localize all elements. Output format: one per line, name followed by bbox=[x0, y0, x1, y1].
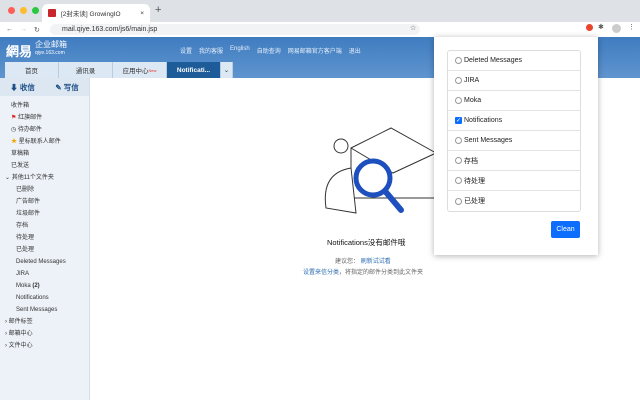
folder-option[interactable]: Sent Messages bbox=[448, 131, 580, 151]
folder-item[interactable]: 已处理 bbox=[0, 244, 89, 256]
folder-item[interactable]: 垃圾邮件 bbox=[0, 208, 89, 220]
folder-option[interactable]: 待处理 bbox=[448, 171, 580, 191]
checkbox[interactable] bbox=[455, 157, 462, 164]
folder-item[interactable]: Deleted Messages bbox=[0, 256, 89, 268]
checkbox[interactable] bbox=[455, 97, 462, 104]
bookmark-star-icon[interactable]: ☆ bbox=[410, 24, 416, 32]
tab-notifications[interactable]: Notificati... bbox=[167, 62, 221, 78]
link-client[interactable]: 网易邮箱官方客户端 bbox=[288, 46, 342, 55]
tab-title: [2封未读] GrowingIO bbox=[61, 11, 121, 18]
folder-item[interactable]: Sent Messages bbox=[0, 304, 89, 316]
refresh-link[interactable]: 刷新试试看 bbox=[361, 259, 391, 265]
option-label: 待处理 bbox=[464, 177, 485, 185]
address-bar[interactable]: mail.qiye.163.com/js6/main.jsp bbox=[50, 24, 420, 35]
rule-suggestion: 设置来信分类，将指定的邮件分类到此文件夹 bbox=[303, 270, 424, 276]
folder-item[interactable]: 广告邮件 bbox=[0, 196, 89, 208]
sidebar-section-files[interactable]: › 文件中心 bbox=[0, 340, 89, 352]
brand: 企业邮箱 qiye.163.com bbox=[35, 40, 67, 57]
sidebar: ⬇ 收信 ✎ 写信 收件箱 ⚑ 红旗邮件 ◷ 待办邮件 ★ 星标联系人邮件 草稿… bbox=[0, 78, 90, 400]
sidebar-item-flagged[interactable]: ⚑ 红旗邮件 bbox=[0, 112, 89, 124]
receive-button[interactable]: ⬇ 收信 bbox=[10, 82, 35, 93]
folder-item-moka[interactable]: Moka (2) bbox=[0, 280, 89, 292]
back-icon[interactable]: ← bbox=[6, 26, 13, 33]
link-support[interactable]: 我的客服 bbox=[199, 46, 223, 55]
folder-checklist: Deleted Messages JIRA Moka ✓ Notifications Se… bbox=[447, 50, 581, 212]
top-links: 设置 我的客服 English 自助查询 网易邮箱官方客户端 退出 bbox=[180, 46, 361, 55]
folder-option[interactable]: 已处理 bbox=[448, 191, 580, 211]
link-english[interactable]: English bbox=[230, 46, 250, 55]
new-badge: New bbox=[148, 67, 157, 73]
checkbox[interactable] bbox=[455, 77, 462, 84]
tab-apps[interactable]: 应用中心 New bbox=[113, 62, 167, 78]
mail-tabs: 首页 通讯录 应用中心 New Notificati... ⌄ bbox=[5, 62, 233, 78]
url-text: mail.qiye.163.com/js6/main.jsp bbox=[62, 26, 158, 33]
tab-home[interactable]: 首页 bbox=[5, 62, 59, 78]
folder-item[interactable]: 待处理 bbox=[0, 232, 89, 244]
link-settings[interactable]: 设置 bbox=[180, 46, 192, 55]
folder-option[interactable]: JIRA bbox=[448, 71, 580, 91]
folder-item[interactable]: JIRA bbox=[0, 268, 89, 280]
close-window-icon[interactable] bbox=[8, 7, 15, 14]
option-label: Sent Messages bbox=[464, 137, 513, 144]
suggestion: 建议您： 刷新试试看 bbox=[335, 259, 391, 265]
reload-icon[interactable]: ↻ bbox=[34, 26, 40, 34]
option-label: 存档 bbox=[464, 157, 478, 165]
option-label: Notifications bbox=[464, 117, 503, 124]
sidebar-item-sent[interactable]: 已发送 bbox=[0, 160, 89, 172]
set-rule-link[interactable]: 设置来信分类 bbox=[303, 270, 339, 276]
empty-title: Notifications没有邮件哦 bbox=[327, 238, 406, 247]
link-self-query[interactable]: 自助查询 bbox=[257, 46, 281, 55]
logo: 網易 bbox=[6, 44, 33, 59]
extensions-puzzle-icon[interactable]: ✱ bbox=[598, 23, 604, 31]
checkbox[interactable] bbox=[455, 177, 462, 184]
checkbox[interactable] bbox=[455, 57, 462, 64]
option-label: JIRA bbox=[464, 77, 480, 84]
sidebar-item-inbox[interactable]: 收件箱 bbox=[0, 100, 89, 112]
folder-option[interactable]: Deleted Messages bbox=[448, 51, 580, 71]
sidebar-section-labels[interactable]: › 邮件标签 bbox=[0, 316, 89, 328]
folder-item[interactable]: 存档 bbox=[0, 220, 89, 232]
address-row: ← → ↻ mail.qiye.163.com/js6/main.jsp ☆ ✱… bbox=[0, 22, 640, 37]
browser-tab[interactable]: [2封未读] GrowingIO × bbox=[42, 4, 150, 22]
sidebar-item-starred[interactable]: ★ 星标联系人邮件 bbox=[0, 136, 89, 148]
tabs-more-chevron-icon[interactable]: ⌄ bbox=[221, 62, 233, 78]
forward-icon[interactable]: → bbox=[20, 26, 27, 33]
favicon-icon bbox=[48, 9, 56, 17]
folder-item[interactable]: Notifications bbox=[0, 292, 89, 304]
sidebar-section-mailbox[interactable]: › 邮箱中心 bbox=[0, 328, 89, 340]
clean-button[interactable]: Clean bbox=[551, 221, 580, 238]
unread-count: (2) bbox=[32, 283, 40, 289]
minimize-window-icon[interactable] bbox=[20, 7, 27, 14]
folder-option[interactable]: ✓ Notifications bbox=[448, 111, 580, 131]
new-tab-button[interactable]: + bbox=[155, 4, 161, 16]
checkbox[interactable]: ✓ bbox=[455, 117, 462, 124]
star-icon: ★ bbox=[11, 139, 18, 145]
checkbox[interactable] bbox=[455, 137, 462, 144]
flag-icon: ⚑ bbox=[11, 115, 17, 121]
folder-option[interactable]: Moka bbox=[448, 91, 580, 111]
extension-popup: Deleted Messages JIRA Moka ✓ Notifications Se… bbox=[434, 37, 598, 255]
sidebar-group-other[interactable]: ⌄ 其他11个文件夹 bbox=[0, 172, 89, 184]
folder-item[interactable]: 已删除 bbox=[0, 184, 89, 196]
checkbox[interactable] bbox=[455, 197, 462, 205]
sidebar-item-drafts[interactable]: 草稿箱 bbox=[0, 148, 89, 160]
empty-mailbox-illustration bbox=[324, 127, 437, 214]
option-label: 已处理 bbox=[464, 198, 485, 205]
option-label: Moka bbox=[464, 97, 482, 104]
tab-contacts[interactable]: 通讯录 bbox=[59, 62, 113, 78]
clock-icon: ◷ bbox=[11, 127, 17, 133]
menu-icon[interactable]: ⋮ bbox=[628, 23, 635, 31]
option-label: Deleted Messages bbox=[464, 57, 522, 64]
profile-avatar-icon[interactable] bbox=[612, 24, 621, 33]
maximize-window-icon[interactable] bbox=[32, 7, 39, 14]
compose-button[interactable]: ✎ 写信 bbox=[55, 82, 78, 93]
link-logout[interactable]: 退出 bbox=[349, 46, 361, 55]
browser-tab-bar: [2封未读] GrowingIO × + bbox=[0, 0, 640, 22]
folder-option[interactable]: 存档 bbox=[448, 151, 580, 171]
close-tab-icon[interactable]: × bbox=[140, 10, 144, 17]
extension-active-icon[interactable] bbox=[586, 24, 593, 31]
sidebar-item-todo[interactable]: ◷ 待办邮件 bbox=[0, 124, 89, 136]
